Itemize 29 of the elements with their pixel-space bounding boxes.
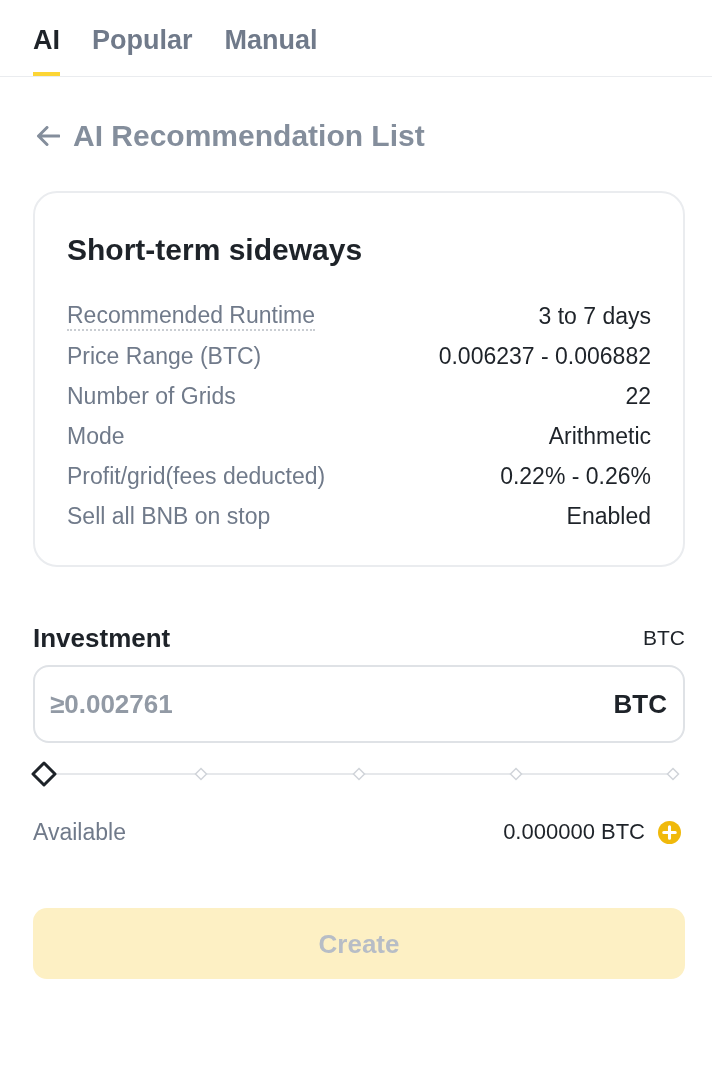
slider-step-icon[interactable]	[508, 767, 523, 781]
detail-label: Mode	[67, 422, 125, 451]
detail-label: Sell all BNB on stop	[67, 502, 271, 531]
detail-label: Recommended Runtime	[67, 301, 315, 331]
tab[interactable]: Popular	[92, 24, 193, 76]
detail-value: Arithmetic	[548, 422, 651, 451]
slider-thumb[interactable]	[31, 761, 57, 787]
detail-label: Number of Grids	[67, 382, 236, 411]
slider-step-icon[interactable]	[666, 767, 680, 781]
detail-label: Price Range (BTC)	[67, 342, 262, 371]
detail-value: 3 to 7 days	[538, 302, 651, 331]
slider-step-icon[interactable]	[351, 767, 366, 781]
tab[interactable]: Manual	[224, 24, 318, 76]
detail-value: 0.22% - 0.26%	[500, 462, 651, 491]
available-balance: 0.000000 BTC	[503, 818, 645, 846]
back-arrow-icon[interactable]	[36, 126, 60, 146]
currency-label: BTC	[643, 625, 685, 651]
currency-unit: BTC	[613, 688, 667, 720]
page-title: AI Recommendation List	[73, 119, 425, 153]
card-title: Short-term sideways	[67, 233, 364, 267]
detail-value: 0.006237 - 0.006882	[438, 342, 651, 371]
detail-value: Enabled	[566, 502, 651, 531]
available-label: Available	[33, 818, 126, 847]
tab[interactable]: AI	[33, 24, 60, 76]
plus-icon[interactable]	[658, 820, 681, 844]
detail-value: 22	[625, 382, 651, 411]
section-title: Investment	[33, 622, 171, 654]
slider-step-icon[interactable]	[194, 767, 209, 781]
detail-label: Profit/grid(fees deducted)	[67, 462, 326, 491]
